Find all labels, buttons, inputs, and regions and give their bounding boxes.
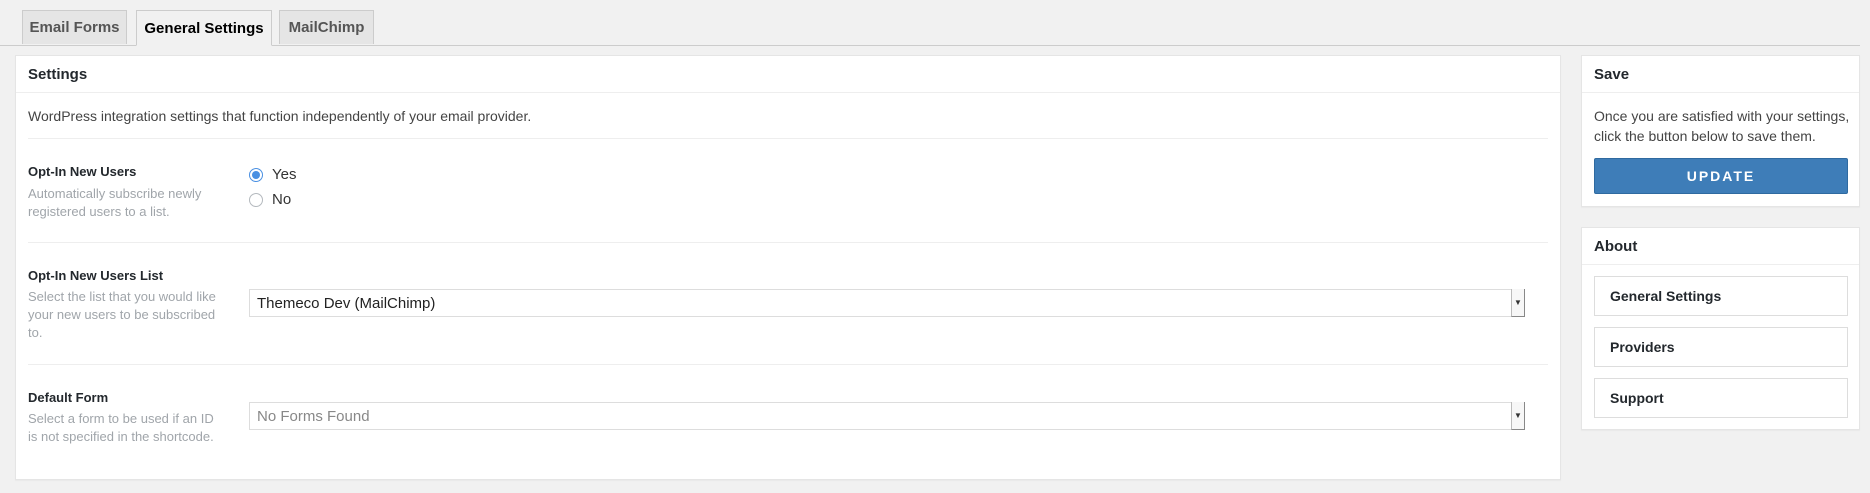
divider bbox=[28, 364, 1548, 365]
opt-in-yes-radio[interactable]: Yes bbox=[249, 166, 296, 183]
opt-in-no-radio[interactable]: No bbox=[249, 191, 291, 208]
settings-intro: WordPress integration settings that func… bbox=[28, 108, 532, 124]
about-link-support[interactable]: Support bbox=[1594, 378, 1848, 418]
tab-bar: Email Forms General Settings MailChimp bbox=[0, 0, 1860, 46]
opt-in-list-label: Opt-In New Users List bbox=[28, 268, 164, 283]
chevron-down-icon[interactable]: ▼ bbox=[1511, 402, 1525, 430]
divider bbox=[28, 138, 1548, 139]
default-form-value: No Forms Found bbox=[257, 407, 370, 425]
about-link-providers[interactable]: Providers bbox=[1594, 327, 1848, 367]
opt-in-label: Opt-In New Users bbox=[28, 164, 137, 179]
about-panel: About General Settings Providers Support bbox=[1581, 227, 1860, 430]
radio-checked-icon[interactable] bbox=[249, 167, 263, 182]
tab-general-settings[interactable]: General Settings bbox=[136, 10, 272, 46]
about-link-general-settings[interactable]: General Settings bbox=[1594, 276, 1848, 316]
save-description: Once you are satisfied with your setting… bbox=[1594, 108, 1850, 144]
radio-label-yes: Yes bbox=[272, 166, 297, 183]
opt-in-description: Automatically subscribe newly registered… bbox=[28, 186, 202, 219]
opt-in-list-description: Select the list that you would like your… bbox=[28, 289, 216, 340]
divider bbox=[28, 242, 1548, 243]
save-title: Save bbox=[1582, 56, 1859, 93]
default-form-select[interactable]: No Forms Found ▼ bbox=[249, 402, 1525, 430]
tab-mailchimp[interactable]: MailChimp bbox=[279, 10, 374, 44]
settings-panel: Settings WordPress integration settings … bbox=[15, 55, 1561, 480]
about-title: About bbox=[1582, 228, 1859, 265]
save-panel: Save Once you are satisfied with your se… bbox=[1581, 55, 1860, 207]
opt-in-list-value: Themeco Dev (MailChimp) bbox=[257, 294, 436, 312]
radio-unchecked-icon[interactable] bbox=[249, 192, 263, 207]
update-button[interactable]: UPDATE bbox=[1594, 158, 1848, 194]
opt-in-list-select[interactable]: Themeco Dev (MailChimp) ▼ bbox=[249, 289, 1525, 317]
tab-email-forms[interactable]: Email Forms bbox=[22, 10, 127, 44]
radio-label-no: No bbox=[272, 191, 292, 208]
default-form-description: Select a form to be used if an ID is not… bbox=[28, 411, 214, 444]
chevron-down-icon[interactable]: ▼ bbox=[1511, 289, 1525, 317]
default-form-label: Default Form bbox=[28, 390, 109, 405]
settings-title: Settings bbox=[16, 56, 1560, 93]
